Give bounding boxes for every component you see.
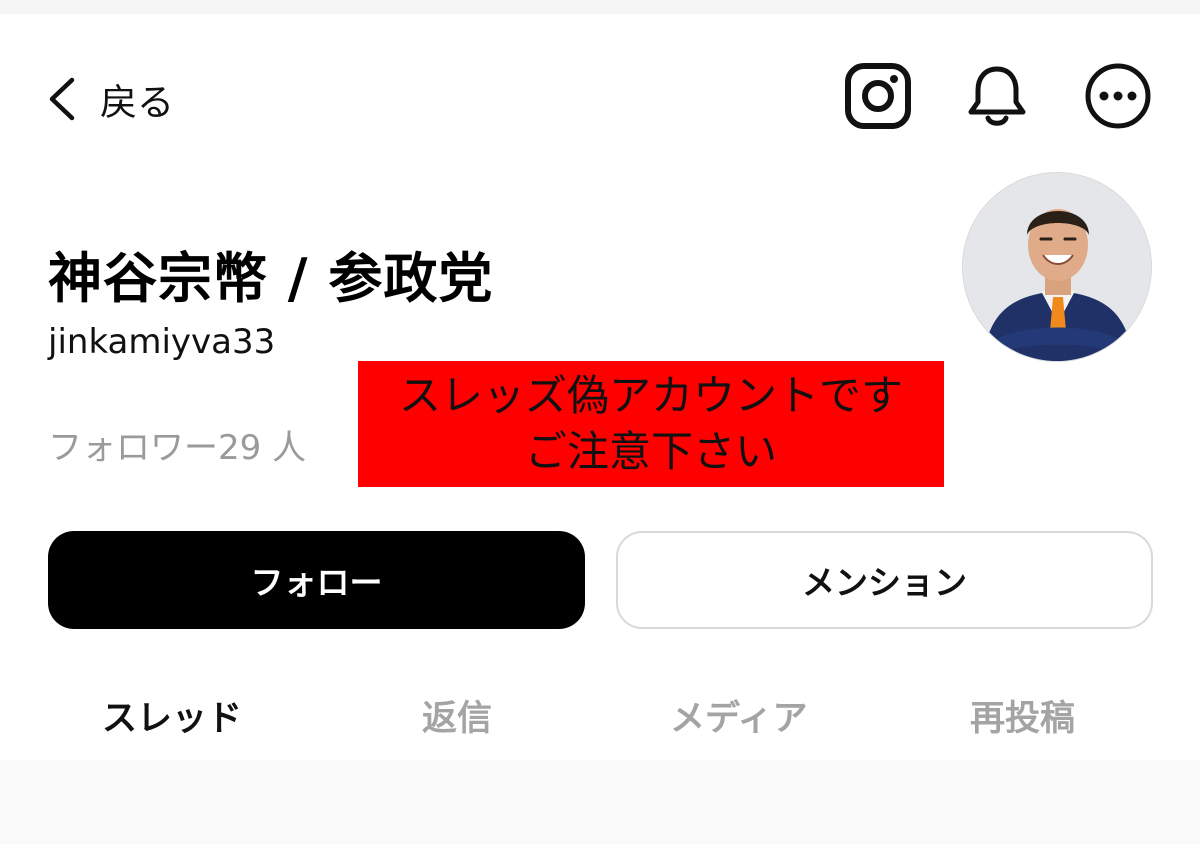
warning-line-2: ご注意下さい — [524, 427, 777, 476]
instagram-icon — [845, 63, 911, 129]
profile-name: 神谷宗幣 / 参政党 — [48, 247, 494, 310]
back-button[interactable]: 戻る — [44, 72, 174, 126]
follower-count[interactable]: フォロワー29 人 — [48, 420, 306, 469]
chevron-left-icon — [49, 77, 75, 121]
notification-button[interactable] — [963, 62, 1031, 130]
tab-replies[interactable]: 返信 — [422, 690, 492, 741]
mention-button[interactable]: メンション — [616, 531, 1153, 629]
bell-icon — [968, 66, 1026, 126]
fake-account-warning: スレッズ偽アカウントです ご注意下さい — [358, 361, 944, 487]
warning-line-1: スレッズ偽アカウントです — [398, 371, 903, 420]
more-options-button[interactable] — [1084, 62, 1152, 130]
profile-handle: jinkamiyva33 — [48, 322, 276, 362]
content-area — [0, 760, 1200, 844]
avatar[interactable] — [962, 172, 1152, 362]
tab-threads[interactable]: スレッド — [102, 690, 242, 741]
tab-reposts[interactable]: 再投稿 — [970, 690, 1075, 741]
back-label: 戻る — [100, 81, 174, 124]
follow-button[interactable]: フォロー — [48, 531, 585, 629]
tab-media[interactable]: メディア — [670, 690, 808, 741]
status-bar-strip — [0, 0, 1200, 14]
avatar-image — [963, 173, 1151, 361]
more-icon — [1085, 63, 1151, 129]
instagram-button[interactable] — [844, 62, 912, 130]
profile-tabs: スレッド 返信 メディア 再投稿 — [0, 690, 1200, 742]
